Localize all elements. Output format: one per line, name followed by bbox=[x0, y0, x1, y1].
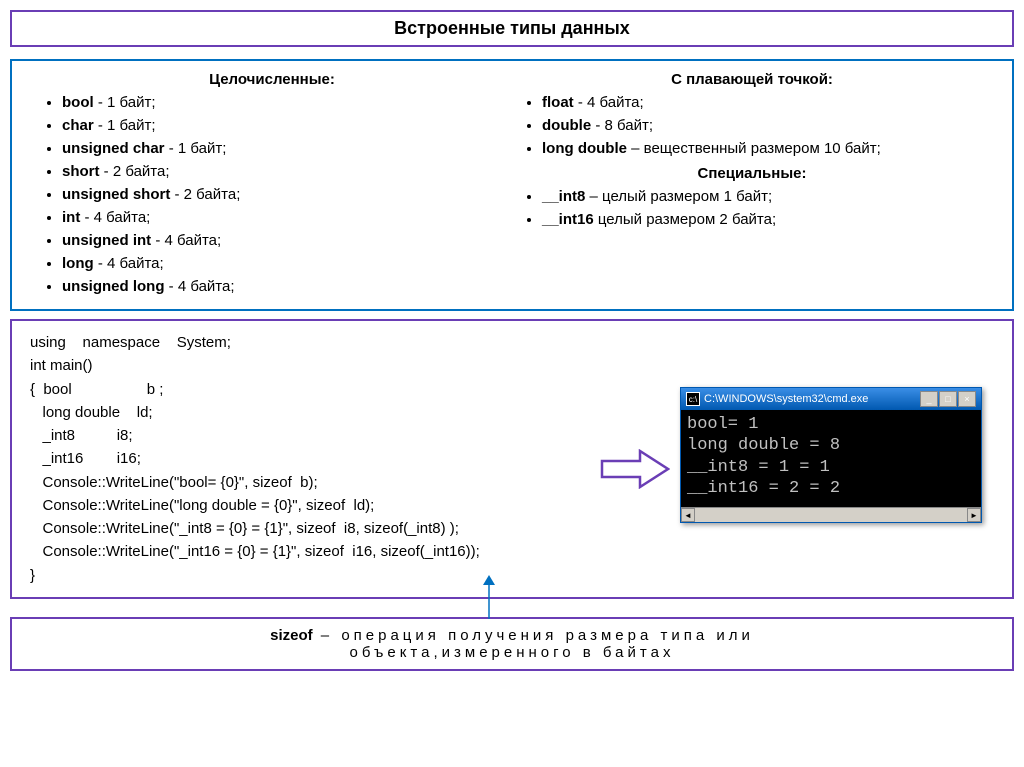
type-list-item: int - 4 байта; bbox=[62, 207, 512, 228]
arrow-up-icon bbox=[480, 575, 498, 623]
type-list-item: __int16 целый размером 2 байта; bbox=[542, 209, 992, 230]
integer-types-column: Целочисленные: bool - 1 байт;char - 1 ба… bbox=[32, 71, 512, 299]
cmd-icon: c:\ bbox=[686, 392, 700, 406]
minimize-button[interactable]: _ bbox=[920, 391, 938, 407]
float-special-column: С плавающей точкой: float - 4 байта;doub… bbox=[512, 71, 992, 299]
special-type-list: __int8 – целый размером 1 байт;__int16 ц… bbox=[512, 186, 992, 230]
cmd-scrollbar[interactable] bbox=[681, 507, 981, 522]
cmd-title-text: C:\WINDOWS\system32\cmd.exe bbox=[704, 393, 916, 405]
type-name: short bbox=[62, 163, 100, 180]
type-desc: - 4 байта; bbox=[94, 255, 164, 272]
sizeof-note: sizeof – операция получения размера типа… bbox=[10, 617, 1014, 671]
maximize-button[interactable]: □ bbox=[939, 391, 957, 407]
type-list-item: long - 4 байта; bbox=[62, 253, 512, 274]
sizeof-keyword: sizeof bbox=[270, 627, 313, 644]
type-list-item: long double – вещественный размером 10 б… bbox=[542, 138, 992, 159]
type-desc: - 8 байт; bbox=[591, 117, 653, 134]
type-name: __int8 bbox=[542, 188, 585, 205]
type-desc: - 1 байт; bbox=[94, 94, 156, 111]
type-desc: - 4 байта; bbox=[165, 278, 235, 295]
type-name: unsigned long bbox=[62, 278, 165, 295]
type-name: float bbox=[542, 94, 574, 111]
cmd-output: bool= 1 long double = 8 __int8 = 1 = 1 _… bbox=[681, 410, 981, 507]
type-desc: - 1 байт; bbox=[94, 117, 156, 134]
type-list-item: unsigned short - 2 байта; bbox=[62, 184, 512, 205]
type-list-item: __int8 – целый размером 1 байт; bbox=[542, 186, 992, 207]
type-list-item: float - 4 байта; bbox=[542, 92, 992, 113]
type-name: char bbox=[62, 117, 94, 134]
special-heading: Специальные: bbox=[512, 165, 992, 182]
type-name: bool bbox=[62, 94, 94, 111]
code-section: using namespace System; int main() { boo… bbox=[10, 319, 1014, 671]
type-desc: - 4 байта; bbox=[80, 209, 150, 226]
data-types-panel: Целочисленные: bool - 1 байт;char - 1 ба… bbox=[10, 59, 1014, 311]
type-desc: - 4 байта; bbox=[151, 232, 221, 249]
type-list-item: unsigned int - 4 байта; bbox=[62, 230, 512, 251]
type-desc: - 2 байта; bbox=[170, 186, 240, 203]
sizeof-desc-line1: – операция получения размера типа или bbox=[313, 627, 754, 644]
type-desc: – вещественный размером 10 байт; bbox=[627, 140, 881, 157]
type-name: int bbox=[62, 209, 80, 226]
float-type-list: float - 4 байта;double - 8 байт;long dou… bbox=[512, 92, 992, 159]
type-name: unsigned char bbox=[62, 140, 165, 157]
type-list-item: char - 1 байт; bbox=[62, 115, 512, 136]
type-list-item: unsigned char - 1 байт; bbox=[62, 138, 512, 159]
type-name: double bbox=[542, 117, 591, 134]
page-title: Встроенные типы данных bbox=[10, 10, 1014, 47]
type-list-item: unsigned long - 4 байта; bbox=[62, 276, 512, 297]
type-name: long double bbox=[542, 140, 627, 157]
type-list-item: double - 8 байт; bbox=[542, 115, 992, 136]
type-name: long bbox=[62, 255, 94, 272]
type-name: unsigned short bbox=[62, 186, 170, 203]
cmd-titlebar: c:\ C:\WINDOWS\system32\cmd.exe _ □ × bbox=[681, 388, 981, 410]
type-desc: – целый размером 1 байт; bbox=[585, 188, 772, 205]
type-list-item: short - 2 байта; bbox=[62, 161, 512, 182]
arrow-right-icon bbox=[600, 449, 670, 489]
close-button[interactable]: × bbox=[958, 391, 976, 407]
float-heading: С плавающей точкой: bbox=[512, 71, 992, 88]
type-name: __int16 bbox=[542, 211, 594, 228]
type-desc: - 4 байта; bbox=[574, 94, 644, 111]
type-desc: - 2 байта; bbox=[100, 163, 170, 180]
type-desc: целый размером 2 байта; bbox=[594, 211, 776, 228]
type-desc: - 1 байт; bbox=[165, 140, 227, 157]
integer-type-list: bool - 1 байт;char - 1 байт;unsigned cha… bbox=[32, 92, 512, 297]
integer-heading: Целочисленные: bbox=[32, 71, 512, 88]
type-list-item: bool - 1 байт; bbox=[62, 92, 512, 113]
type-name: unsigned int bbox=[62, 232, 151, 249]
cmd-window: c:\ C:\WINDOWS\system32\cmd.exe _ □ × bo… bbox=[680, 387, 982, 523]
sizeof-desc-line2: объекта,измеренного в байтах bbox=[350, 644, 675, 661]
